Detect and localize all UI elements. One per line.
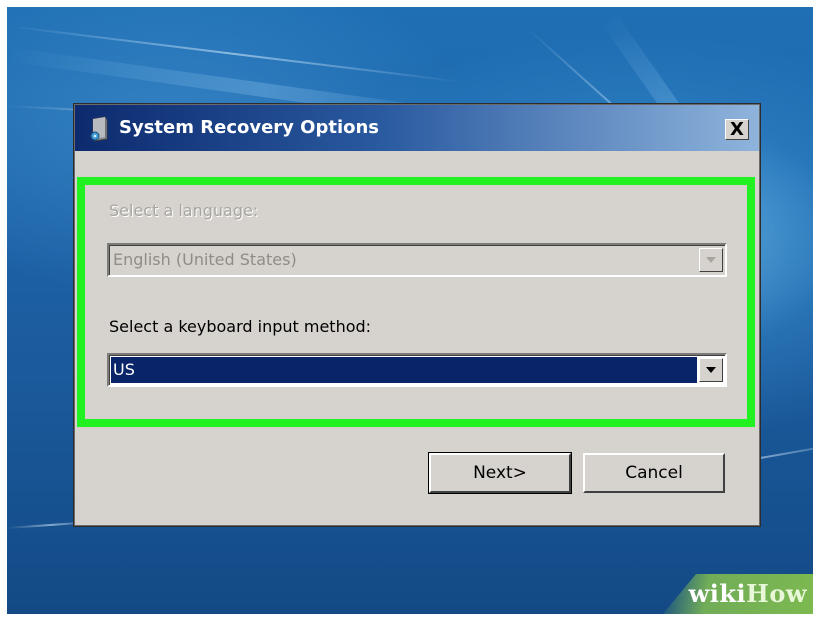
watermark-text-wiki: wiki — [688, 579, 747, 608]
language-selected-value: English (United States) — [113, 250, 297, 269]
language-dropdown[interactable]: English (United States) — [107, 243, 727, 277]
watermark-text-how: How — [746, 579, 807, 608]
keyboard-dropdown[interactable]: US — [107, 353, 727, 387]
system-recovery-dialog: System Recovery Options X Select a langu… — [74, 104, 760, 526]
wallpaper-light-streak — [7, 25, 464, 84]
wikihow-watermark: wikiHow — [689, 579, 807, 608]
cancel-button[interactable]: Cancel — [583, 453, 725, 493]
recovery-disk-icon — [89, 116, 111, 142]
keyboard-dropdown-arrow[interactable] — [699, 358, 723, 382]
keyboard-selected-value: US — [113, 360, 135, 379]
title-bar[interactable]: System Recovery Options X — [75, 105, 759, 151]
next-button[interactable]: Next> — [428, 452, 572, 494]
language-label: Select a language: — [109, 201, 259, 220]
chevron-down-icon — [706, 367, 716, 373]
chevron-down-icon — [706, 257, 716, 263]
close-button[interactable]: X — [725, 119, 749, 140]
keyboard-selection-highlight — [111, 357, 697, 383]
keyboard-label: Select a keyboard input method: — [109, 317, 372, 336]
dialog-title: System Recovery Options — [119, 117, 380, 138]
close-icon: X — [730, 119, 744, 140]
language-dropdown-arrow[interactable] — [699, 248, 723, 272]
